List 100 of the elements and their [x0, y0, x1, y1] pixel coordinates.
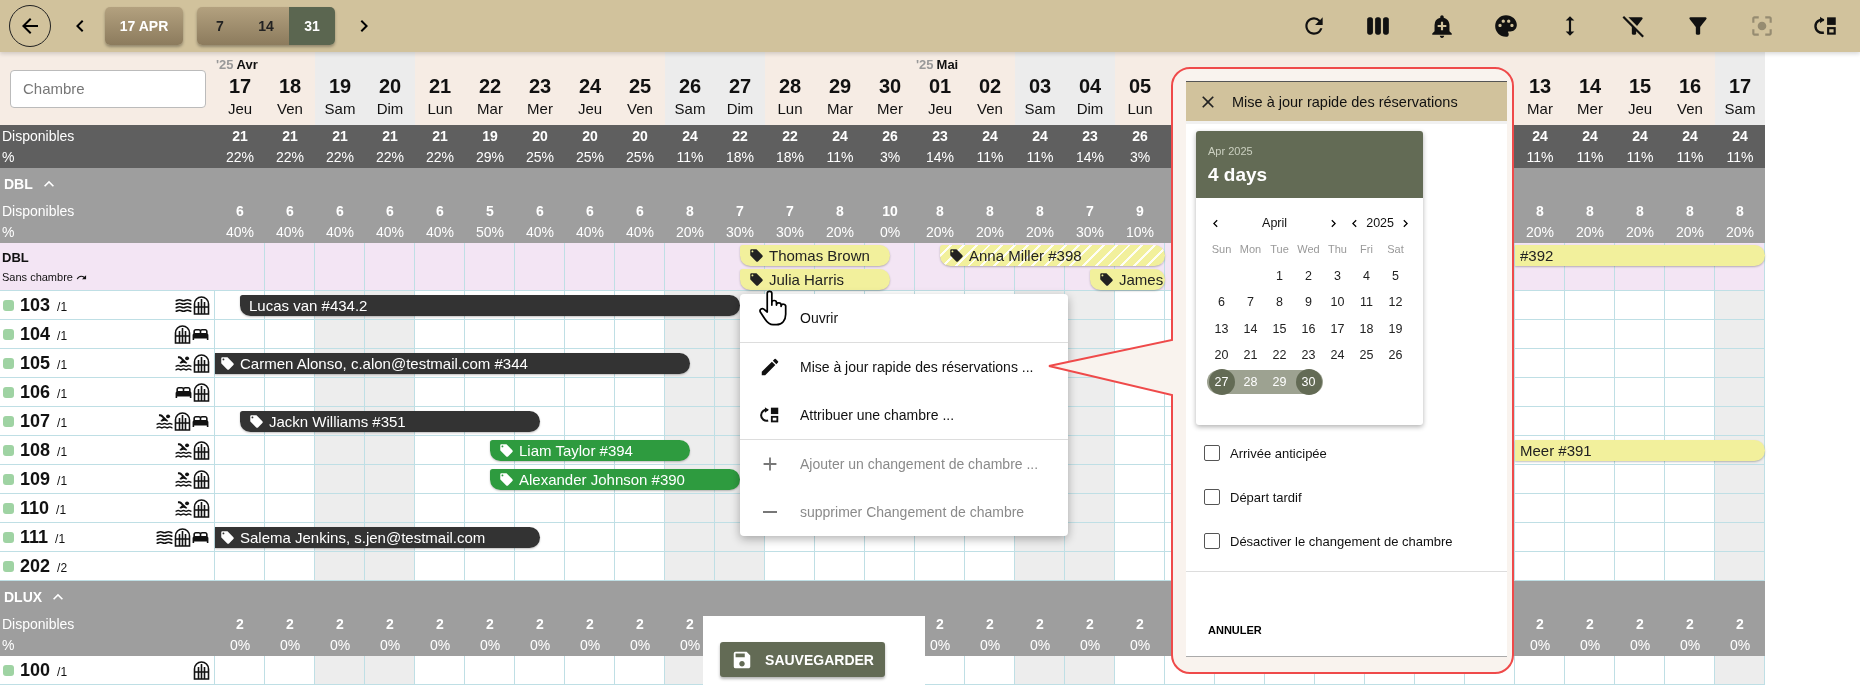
calendar-day[interactable]: 1	[1266, 262, 1293, 289]
checkbox[interactable]	[1204, 445, 1220, 461]
weekday-label: Ven	[627, 99, 653, 119]
swimmer-icon	[174, 353, 193, 373]
occupancy-percent: 0%	[329, 637, 351, 653]
booking-bar[interactable]: Lucas van #434.2	[240, 295, 740, 316]
calendar-day[interactable]: 18	[1353, 315, 1380, 342]
calendar-day[interactable]: 14	[1237, 315, 1264, 342]
calendar-day[interactable]: 2	[1295, 262, 1322, 289]
availability-count: 6	[636, 203, 644, 219]
calendar-day[interactable]: 10	[1324, 289, 1351, 316]
occupancy-percent: 0%	[679, 637, 701, 653]
row-label: Disponibles	[2, 128, 76, 144]
calendar-day[interactable]: 16	[1295, 315, 1322, 342]
availability-count: 6	[336, 203, 344, 219]
checkbox-label: Départ tardif	[1230, 489, 1302, 505]
occupancy-percent: 0%	[1679, 637, 1701, 653]
calendar-day[interactable]: 30	[1295, 368, 1322, 395]
booking-bar[interactable]: Alexander Johnson #390	[490, 469, 740, 490]
booking-bar[interactable]: #392	[1515, 244, 1765, 266]
calendar-day[interactable]: 4	[1353, 262, 1380, 289]
booking-bar[interactable]: Liam Taylor #394	[490, 440, 690, 461]
occupancy-percent: 25%	[526, 149, 554, 165]
calendar-day[interactable]: 11	[1353, 289, 1380, 316]
calendar-day[interactable]: 5	[1382, 262, 1409, 289]
weekday-label: Sam	[674, 99, 706, 119]
weekday-label: Sam	[324, 99, 356, 119]
availability-count: 24	[682, 128, 698, 144]
row-label: %	[2, 149, 16, 165]
weekday-label: Mer	[877, 99, 903, 119]
day-number: 30	[878, 74, 902, 99]
calendar-day[interactable]: 6	[1208, 289, 1235, 316]
booking-bar[interactable]: Jackn Williams #351	[240, 411, 540, 432]
arched-window-icon	[193, 353, 210, 373]
calendar-day[interactable]: 15	[1266, 315, 1293, 342]
day-number: 26	[678, 74, 702, 99]
occupancy-percent: 0%	[979, 637, 1001, 653]
availability-count: 2	[236, 616, 244, 632]
room-capacity: /1	[57, 358, 68, 372]
save-button[interactable]: SAUVEGARDER	[720, 642, 885, 677]
calendar-day[interactable]: 26	[1382, 342, 1409, 369]
calendar-day[interactable]: 19	[1382, 315, 1409, 342]
day-number: 19	[328, 74, 352, 99]
menu-item[interactable]: Mise à jour rapide des réservations ...	[740, 343, 1068, 391]
availability-count: 2	[1686, 616, 1694, 632]
day-number: 20	[378, 74, 402, 99]
calendar-day[interactable]: 27	[1208, 368, 1235, 395]
panel-title: Mise à jour rapide des réservations	[1232, 93, 1458, 110]
room-search-field[interactable]: Chambre	[10, 69, 206, 108]
menu-item[interactable]: Attribuer une chambre ...	[740, 391, 1068, 439]
day-number: 22	[478, 74, 502, 99]
availability-count: 7	[736, 203, 744, 219]
occupancy-percent: 20%	[676, 224, 704, 240]
range-tab[interactable]: 7	[197, 7, 243, 45]
calendar-day[interactable]: 24	[1324, 342, 1351, 369]
arched-window-icon	[174, 411, 191, 431]
calendar-day[interactable]: 23	[1295, 342, 1322, 369]
cancel-button[interactable]: ANNULER	[1208, 618, 1262, 642]
occupancy-percent: 20%	[1676, 224, 1704, 240]
range-tab[interactable]: 14	[243, 7, 289, 45]
menu-item[interactable]: Ouvrir	[740, 294, 1068, 342]
availability-count: 2	[1536, 616, 1544, 632]
availability-count: 9	[1136, 203, 1144, 219]
occupancy-percent: 0%	[1029, 637, 1051, 653]
checkbox[interactable]	[1204, 489, 1220, 505]
calendar-day[interactable]: 3	[1324, 262, 1351, 289]
checkbox[interactable]	[1204, 533, 1220, 549]
range-tab[interactable]: 31	[289, 7, 335, 45]
guest-name: Anna Miller #398	[969, 246, 1082, 264]
booking-bar[interactable]: Julia Harris	[740, 268, 890, 290]
calendar-day[interactable]: 25	[1353, 342, 1380, 369]
occupancy-percent: 20%	[1576, 224, 1604, 240]
arched-window-icon	[193, 498, 210, 518]
calendar-day[interactable]: 8	[1266, 289, 1293, 316]
booking-bar[interactable]: Salema Jenkins, s.jen@testmail.com	[215, 527, 540, 548]
calendar-day[interactable]: 13	[1208, 315, 1235, 342]
booking-bar[interactable]: Thomas Brown	[740, 244, 890, 266]
occupancy-percent: 3%	[1129, 149, 1151, 165]
calendar-day[interactable]: 20	[1208, 342, 1235, 369]
month-name: Avr	[236, 57, 258, 72]
occupancy-percent: 0%	[1129, 637, 1151, 653]
booking-bar[interactable]: Carmen Alonso, c.alon@testmail.com #344	[215, 353, 690, 374]
calendar-day[interactable]: 9	[1295, 289, 1322, 316]
booking-bar[interactable]: Meer #391	[1515, 440, 1765, 461]
calendar-day[interactable]: 17	[1324, 315, 1351, 342]
occupancy-percent: 0%	[1729, 637, 1751, 653]
occupancy-percent: 40%	[376, 224, 404, 240]
occupancy-percent: 20%	[1726, 224, 1754, 240]
availability-count: 2	[286, 616, 294, 632]
weekday-label: Fri	[1359, 243, 1374, 256]
calendar-day[interactable]: 22	[1266, 342, 1293, 369]
occupancy-percent: 29%	[476, 149, 504, 165]
booking-bar[interactable]: James	[1090, 268, 1165, 290]
availability-count: 26	[882, 128, 898, 144]
booking-bar[interactable]: Anna Miller #398	[940, 244, 1165, 266]
calendar-day[interactable]: 21	[1237, 342, 1264, 369]
year-label: 2025	[1365, 216, 1395, 230]
calendar-day[interactable]: 7	[1237, 289, 1264, 316]
calendar-day[interactable]: 12	[1382, 289, 1409, 316]
availability-count: 21	[332, 128, 348, 144]
